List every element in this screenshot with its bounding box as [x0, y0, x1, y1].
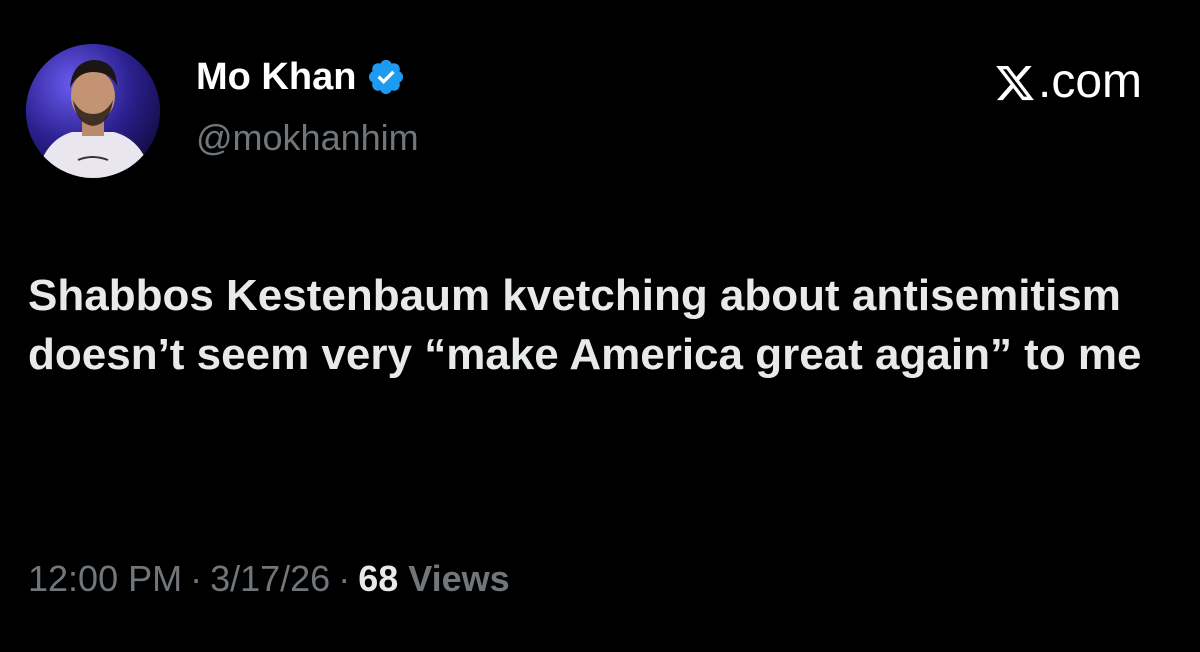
author-handle[interactable]: @mokhanhim	[196, 116, 419, 160]
tweet-meta: 12:00 PM · 3/17/26 · 68 Views	[28, 556, 510, 602]
views-count[interactable]: 68	[358, 558, 398, 599]
site-label: .com	[994, 54, 1142, 110]
verified-badge-icon	[366, 57, 406, 97]
author-name-row[interactable]: Mo Khan	[196, 54, 406, 100]
author-display-name[interactable]: Mo Khan	[196, 54, 356, 100]
tweet-text: Shabbos Kestenbaum kvetching about antis…	[28, 271, 1142, 379]
views-label[interactable]: Views	[408, 558, 509, 599]
meta-separator: ·	[338, 558, 351, 599]
site-label-text: .com	[1037, 55, 1142, 108]
avatar-image	[26, 44, 160, 178]
avatar[interactable]	[26, 44, 160, 178]
meta-separator: ·	[190, 558, 203, 599]
x-logo-icon	[994, 61, 1036, 103]
tweet-time[interactable]: 12:00 PM	[28, 558, 182, 599]
tweet-date[interactable]: 3/17/26	[210, 558, 330, 599]
